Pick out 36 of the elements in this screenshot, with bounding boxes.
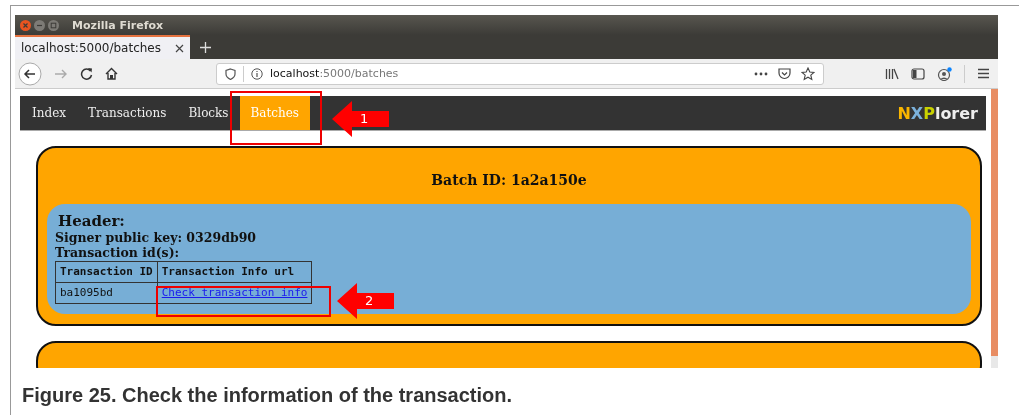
account-icon[interactable] bbox=[937, 66, 952, 81]
figure-caption: Figure 25. Check the information of the transaction. bbox=[22, 384, 514, 407]
logo[interactable]: NXPlorer bbox=[897, 103, 978, 123]
batch-title: Batch ID: 1a2a150e bbox=[430, 172, 588, 188]
back-icon[interactable] bbox=[18, 61, 42, 86]
nav-link[interactable]: Transactions bbox=[77, 96, 178, 130]
more-icon[interactable] bbox=[754, 71, 768, 76]
window-title: Mozilla Firefox bbox=[72, 18, 164, 32]
browser-tab[interactable]: localhost:5000/batches bbox=[15, 35, 190, 59]
shield-icon bbox=[225, 67, 236, 80]
address-field[interactable]: localhost:5000/batches bbox=[216, 62, 824, 85]
maximize-icon[interactable] bbox=[48, 19, 59, 31]
sidebar-icon[interactable] bbox=[911, 67, 925, 80]
home-icon[interactable] bbox=[105, 67, 118, 80]
close-icon[interactable] bbox=[175, 43, 184, 53]
callout-number: 2 bbox=[365, 293, 374, 309]
minimize-icon[interactable] bbox=[34, 19, 45, 31]
nav-link[interactable]: Blocks bbox=[177, 96, 240, 130]
nav-link[interactable]: Index bbox=[21, 96, 78, 130]
plus-icon[interactable] bbox=[200, 41, 211, 53]
star-icon[interactable] bbox=[801, 66, 815, 81]
header-heading: Header: bbox=[58, 212, 126, 230]
arrow-icon bbox=[337, 283, 394, 319]
info-icon bbox=[251, 67, 263, 80]
menu-icon[interactable] bbox=[977, 68, 990, 79]
signer-key: Signer public key: 0329db90 bbox=[55, 230, 961, 245]
reload-icon[interactable] bbox=[80, 67, 93, 80]
url-text: localhost:5000/batches bbox=[270, 67, 399, 80]
pocket-icon[interactable] bbox=[778, 67, 791, 80]
table-cell: ba1095bd bbox=[55, 282, 158, 304]
arrow-icon bbox=[332, 101, 389, 137]
column-header: Transaction ID bbox=[55, 261, 158, 283]
column-header: Transaction Info url bbox=[157, 261, 312, 283]
transaction-ids-label: Transaction id(s): bbox=[55, 245, 181, 260]
callout-number: 1 bbox=[360, 111, 369, 127]
library-icon[interactable] bbox=[885, 67, 899, 80]
